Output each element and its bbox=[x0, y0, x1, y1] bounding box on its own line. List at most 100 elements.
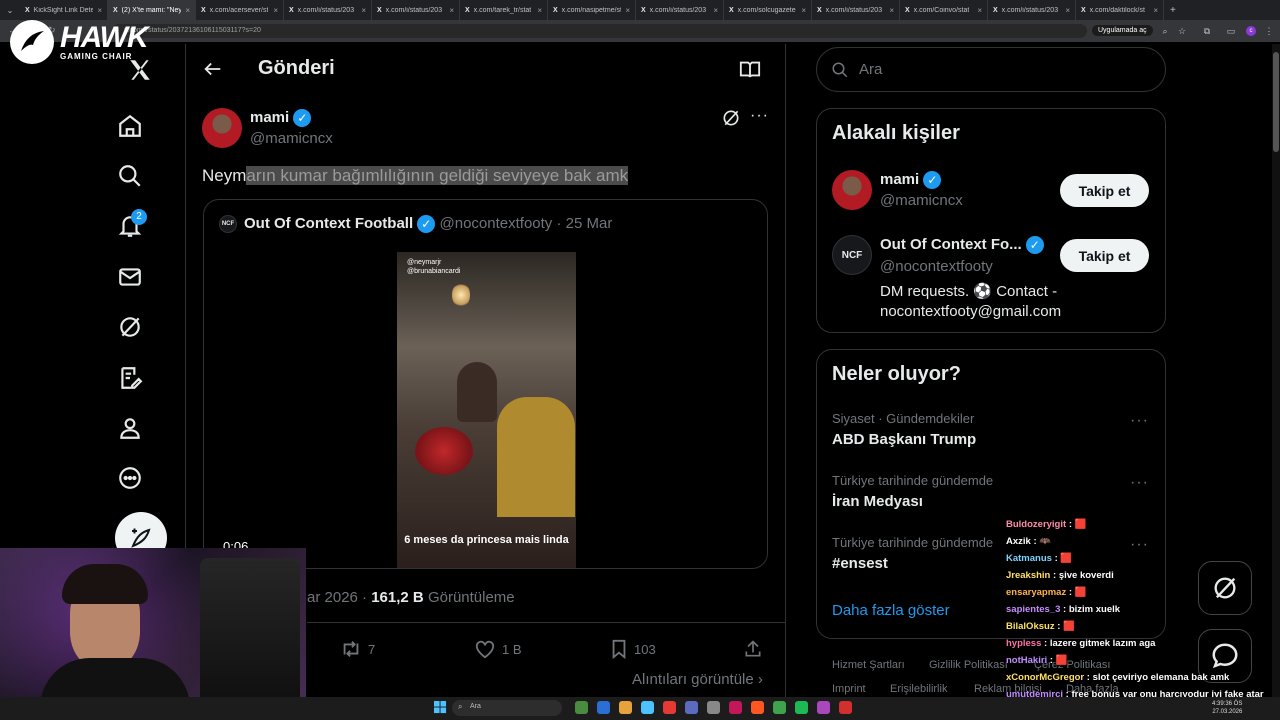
footer-link-imprint[interactable]: Imprint bbox=[832, 683, 866, 695]
footer-link-accessibility[interactable]: Erişilebilirlik bbox=[890, 683, 947, 695]
share-button[interactable] bbox=[743, 639, 763, 659]
tab-close-icon[interactable]: × bbox=[361, 6, 366, 15]
trend-more-icon[interactable]: ··· bbox=[1130, 474, 1149, 492]
taskbar-clock[interactable]: 4:39:36 ÖS 27.03.2026 bbox=[1212, 700, 1242, 716]
taskbar-search[interactable]: ⌕ Ara bbox=[452, 700, 562, 716]
taskbar-app-icon[interactable] bbox=[795, 701, 808, 714]
browser-tab[interactable]: Xx.com/daktilock/st × bbox=[1076, 0, 1164, 20]
notifications-icon[interactable]: 2 bbox=[116, 209, 147, 240]
author-avatar[interactable] bbox=[202, 108, 242, 148]
browser-tab[interactable]: Xx.com/i/status/203 × bbox=[636, 0, 724, 20]
taskbar-app-icon[interactable] bbox=[773, 701, 786, 714]
search-input[interactable]: Ara bbox=[816, 47, 1166, 92]
back-arrow-icon[interactable] bbox=[202, 58, 224, 85]
related-avatar-1[interactable] bbox=[832, 170, 872, 210]
show-more-link[interactable]: Daha fazla göster bbox=[832, 602, 950, 619]
browser-tab[interactable]: Xx.com/i/status/203 × bbox=[988, 0, 1076, 20]
tab-label: x.com/nasipetme/st bbox=[561, 6, 622, 14]
taskbar-app-icon[interactable] bbox=[641, 701, 654, 714]
related-name-1[interactable]: mami bbox=[880, 171, 919, 188]
related-name-2[interactable]: Out Of Context Fo... bbox=[880, 236, 1022, 253]
taskbar-app-icon[interactable] bbox=[575, 701, 588, 714]
tab-close-icon[interactable]: × bbox=[889, 6, 894, 15]
tab-close-icon[interactable]: × bbox=[801, 6, 806, 15]
footer-link-terms[interactable]: Hizmet Şartları bbox=[832, 659, 905, 671]
taskbar-app-icon[interactable] bbox=[619, 701, 632, 714]
related-handle-1[interactable]: @mamicncx bbox=[880, 192, 963, 209]
sidepanel-icon[interactable]: ▭ bbox=[1226, 26, 1236, 36]
taskbar-app-icon[interactable] bbox=[597, 701, 610, 714]
browser-tab[interactable]: Xx.com/nasipetme/st × bbox=[548, 0, 636, 20]
author-name[interactable]: mami bbox=[250, 109, 289, 126]
author-handle[interactable]: @mamicncx bbox=[250, 130, 333, 147]
browser-tab[interactable]: X (2) X'te mami: "Ney × bbox=[108, 0, 196, 20]
profile-nav-icon[interactable] bbox=[116, 414, 144, 442]
view-quotes-link[interactable]: Alıntıları görüntüle › bbox=[632, 671, 763, 688]
browser-tab[interactable]: Xx.com/i/status/203 × bbox=[372, 0, 460, 20]
taskbar-app-icon[interactable] bbox=[663, 701, 676, 714]
trend-more-icon[interactable]: ··· bbox=[1130, 412, 1149, 430]
tab-close-icon[interactable]: × bbox=[537, 6, 542, 15]
footer-link-privacy[interactable]: Gizlilik Politikası bbox=[929, 659, 1008, 671]
taskbar-app-icon[interactable] bbox=[729, 701, 742, 714]
lists-icon[interactable] bbox=[116, 364, 144, 392]
profile-icon[interactable]: c bbox=[1246, 26, 1256, 36]
related-name-row-2[interactable]: Out Of Context Fo... ✓ bbox=[880, 236, 1044, 255]
grok-icon[interactable] bbox=[116, 313, 144, 341]
tab-close-icon[interactable]: × bbox=[1153, 6, 1158, 15]
browser-tab[interactable]: Xx.com/Coinvo/stat × bbox=[900, 0, 988, 20]
open-app-button[interactable]: Uygulamada aç bbox=[1092, 25, 1153, 36]
more-icon[interactable] bbox=[116, 464, 144, 492]
explore-search-icon[interactable] bbox=[116, 162, 144, 190]
browser-tab[interactable]: X KickSight Link Dete × bbox=[20, 0, 108, 20]
browser-tab[interactable]: Xx.com/solcugazete × bbox=[724, 0, 812, 20]
trend-name-2[interactable]: İran Medyası bbox=[832, 493, 923, 510]
taskbar-app-icon[interactable] bbox=[751, 701, 764, 714]
quoted-video[interactable]: @neymarjr @brunabiancardi 6 meses da pri… bbox=[397, 252, 576, 568]
reader-icon[interactable] bbox=[739, 59, 761, 84]
tab-list-icon[interactable]: ⌄ bbox=[0, 6, 20, 15]
quoted-post[interactable]: NCF Out Of Context Football ✓ @nocontext… bbox=[203, 199, 768, 569]
tab-close-icon[interactable]: × bbox=[977, 6, 982, 15]
tab-close-icon[interactable]: × bbox=[97, 6, 102, 15]
tab-close-icon[interactable]: × bbox=[713, 6, 718, 15]
tab-close-icon[interactable]: × bbox=[185, 6, 190, 15]
taskbar-app-icon[interactable] bbox=[817, 701, 830, 714]
like-button[interactable]: 1 B bbox=[474, 639, 522, 659]
address-bar[interactable]: x.com/i/status/2037213610611503117?s=20 bbox=[112, 24, 1087, 38]
trend-name-3[interactable]: #ensest bbox=[832, 555, 888, 572]
taskbar-app-icon[interactable] bbox=[707, 701, 720, 714]
post-more-icon[interactable]: ··· bbox=[750, 107, 769, 125]
related-name-row-1[interactable]: mami ✓ bbox=[880, 171, 942, 190]
tab-close-icon[interactable]: × bbox=[625, 6, 630, 15]
trend-name-1[interactable]: ABD Başkanı Trump bbox=[832, 431, 976, 448]
menu-icon[interactable]: ⋮ bbox=[1264, 26, 1274, 36]
extensions-icon[interactable]: ⧉ bbox=[1202, 26, 1212, 36]
browser-tab[interactable]: Xx.com/acersever/st × bbox=[196, 0, 284, 20]
follow-button-1[interactable]: Takip et bbox=[1060, 174, 1149, 207]
taskbar-app-icon[interactable] bbox=[839, 701, 852, 714]
related-handle-2[interactable]: @nocontextfooty bbox=[880, 258, 993, 275]
tab-close-icon[interactable]: × bbox=[449, 6, 454, 15]
browser-tab[interactable]: Xx.com/i/status/203 × bbox=[284, 0, 372, 20]
windows-start-icon[interactable] bbox=[434, 701, 447, 714]
browser-tab[interactable]: Xx.com/tarek_tr/stat × bbox=[460, 0, 548, 20]
post-date[interactable]: ar 2026 · bbox=[307, 589, 367, 606]
related-avatar-2[interactable]: NCF bbox=[832, 235, 872, 275]
zoom-icon[interactable]: ⌕ bbox=[1160, 26, 1170, 36]
scrollbar-thumb[interactable] bbox=[1273, 52, 1279, 152]
bookmark-star-icon[interactable]: ☆ bbox=[1177, 26, 1187, 36]
author-name-row[interactable]: mami ✓ bbox=[250, 109, 312, 128]
taskbar-app-icon[interactable] bbox=[685, 701, 698, 714]
grok-explain-icon[interactable] bbox=[721, 108, 741, 133]
home-icon[interactable] bbox=[116, 112, 144, 140]
messages-icon[interactable] bbox=[116, 263, 144, 291]
browser-tab[interactable]: Xx.com/i/status/203 × bbox=[812, 0, 900, 20]
x-logo-icon[interactable] bbox=[126, 56, 154, 84]
tab-close-icon[interactable]: × bbox=[273, 6, 278, 15]
new-tab-icon[interactable]: + bbox=[1164, 5, 1182, 16]
tab-close-icon[interactable]: × bbox=[1065, 6, 1070, 15]
bookmark-button[interactable]: 103 bbox=[610, 639, 656, 659]
retweet-button[interactable]: 7 bbox=[340, 639, 375, 659]
follow-button-2[interactable]: Takip et bbox=[1060, 239, 1149, 272]
